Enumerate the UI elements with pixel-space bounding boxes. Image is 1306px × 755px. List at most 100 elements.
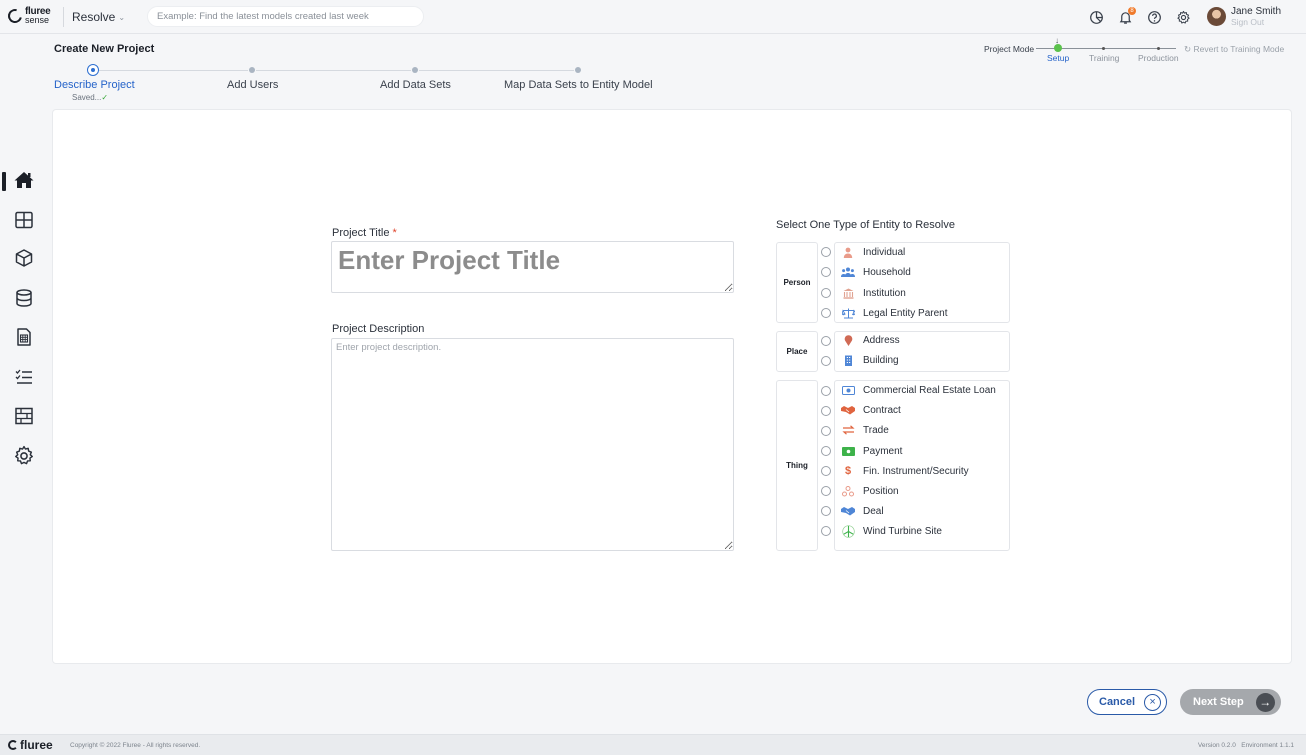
entity-group-thing: Thing Commercial Real Estate Loan Contra… [776, 380, 1010, 551]
entity-label: Trade [863, 424, 889, 436]
cube-icon [15, 249, 33, 267]
help-icon[interactable] [1146, 9, 1162, 25]
radio-building[interactable] [821, 356, 831, 366]
entity-option-deal[interactable]: Deal [835, 501, 884, 521]
entity-option-contract[interactable]: Contract [835, 400, 901, 420]
entity-option-institution[interactable]: Institution [835, 283, 906, 303]
next-step-button[interactable]: Next Step → [1180, 689, 1281, 715]
radio-wind-turbine-site[interactable] [821, 526, 831, 536]
step-map-data-sets[interactable]: Map Data Sets to Entity Model [504, 79, 653, 91]
nav-models[interactable] [12, 246, 36, 270]
mode-setup[interactable]: Setup [1047, 53, 1069, 63]
group-tag-thing: Thing [776, 380, 818, 551]
project-title-input[interactable] [331, 241, 734, 293]
mode-indicator[interactable] [1102, 47, 1105, 50]
entity-option-commercial-real-estate-loan[interactable]: Commercial Real Estate Loan [835, 380, 996, 400]
entity-option-building[interactable]: Building [835, 350, 899, 370]
home-icon [14, 172, 34, 188]
close-icon: × [1144, 693, 1162, 711]
radio-legal-entity-parent[interactable] [821, 308, 831, 318]
mode-indicator[interactable] [1157, 47, 1160, 50]
step-indicator[interactable] [249, 67, 255, 73]
step-add-data-sets[interactable]: Add Data Sets [380, 79, 451, 91]
step-add-users[interactable]: Add Users [227, 79, 278, 91]
stepper-connector [99, 70, 248, 71]
radio-institution[interactable] [821, 288, 831, 298]
mode-training[interactable]: Training [1089, 53, 1119, 63]
notifications-bell-icon[interactable]: 8 [1117, 7, 1136, 25]
footer-logo-text: fluree [20, 738, 53, 752]
entity-type-heading: Select One Type of Entity to Resolve [776, 219, 955, 231]
save-status-text: Saved... [72, 93, 102, 102]
radio-deal[interactable] [821, 506, 831, 516]
nav-data-tables[interactable] [12, 404, 36, 428]
radio-commercial-real-estate-loan[interactable] [821, 386, 831, 396]
user-avatar[interactable] [1207, 7, 1226, 26]
entity-option-trade[interactable]: Trade [835, 420, 889, 440]
nav-home[interactable] [12, 168, 36, 192]
fluree-sense-logo[interactable]: fluree sense [5, 6, 51, 26]
entity-option-individual[interactable]: Individual [835, 242, 905, 262]
entity-option-legal-entity-parent[interactable]: Legal Entity Parent [835, 303, 948, 323]
copyright-text: Copyright © 2022 Fluree - All rights res… [70, 742, 201, 749]
entity-label: Commercial Real Estate Loan [863, 384, 996, 396]
radio-address[interactable] [821, 336, 831, 346]
mode-production[interactable]: Production [1138, 53, 1179, 63]
cancel-button-label: Cancel [1099, 696, 1136, 708]
entity-list: Individual Household Institution Legal E… [834, 242, 1010, 323]
user-name: Jane Smith [1231, 6, 1282, 17]
sign-out-link[interactable]: Sign Out [1231, 17, 1281, 28]
analytics-icon[interactable] [1088, 9, 1104, 25]
step-indicator[interactable] [412, 67, 418, 73]
step-describe-project[interactable]: Describe Project [54, 79, 135, 91]
grid-icon [15, 211, 33, 229]
app-switcher[interactable]: Resolve ⌄ [72, 10, 125, 24]
radio-payment[interactable] [821, 446, 831, 456]
entity-option-wind-turbine-site[interactable]: Wind Turbine Site [835, 521, 942, 541]
checkmark-icon: ✓ [101, 93, 109, 102]
cancel-button[interactable]: Cancel × [1087, 689, 1167, 715]
payment-icon [841, 444, 855, 458]
entity-option-fin-instrument-security[interactable]: $ Fin. Instrument/Security [835, 461, 969, 481]
project-description-input[interactable] [331, 338, 734, 551]
step-indicator-active[interactable] [87, 64, 99, 76]
radio-contract[interactable] [821, 406, 831, 416]
radio-trade[interactable] [821, 426, 831, 436]
mode-indicator-active[interactable] [1054, 44, 1062, 52]
nav-reports[interactable] [12, 325, 36, 349]
radio-position[interactable] [821, 486, 831, 496]
nav-dashboard[interactable] [12, 208, 36, 232]
group-tag-place: Place [776, 331, 818, 372]
arrow-right-icon: → [1255, 692, 1275, 712]
settings-gear-icon[interactable] [1175, 9, 1191, 25]
divider [63, 7, 64, 27]
radio-household[interactable] [821, 267, 831, 277]
entity-option-address[interactable]: Address [835, 330, 900, 350]
revert-mode-link[interactable]: ↻ Revert to Training Mode [1184, 44, 1284, 55]
step-indicator[interactable] [575, 67, 581, 73]
app-switcher-label: Resolve [72, 10, 116, 24]
nav-tasks[interactable] [12, 365, 36, 389]
project-description-label: Project Description [332, 323, 425, 335]
entity-option-household[interactable]: Household [835, 262, 911, 282]
building-icon [841, 353, 855, 367]
nav-database[interactable] [12, 286, 36, 310]
entity-label: Position [863, 485, 899, 497]
report-document-icon [17, 328, 31, 346]
save-status: Saved...✓ [72, 93, 108, 102]
group-tag-person: Person [776, 242, 818, 323]
project-title-label: Project Title * [332, 227, 397, 239]
radio-individual[interactable] [821, 247, 831, 257]
entity-group-place: Place Address Building [776, 331, 1010, 372]
nav-settings[interactable] [12, 444, 36, 468]
swap-icon [841, 423, 855, 437]
checklist-icon [15, 369, 32, 384]
entity-option-position[interactable]: Position [835, 481, 899, 501]
radio-fin-instrument-security[interactable] [821, 466, 831, 476]
entity-label: Address [863, 334, 900, 346]
page-footer: fluree Copyright © 2022 Fluree - All rig… [0, 734, 1306, 755]
entity-option-payment[interactable]: Payment [835, 441, 902, 461]
loan-icon [841, 383, 855, 397]
search-input[interactable] [147, 6, 424, 27]
stepper-connector [419, 70, 574, 71]
